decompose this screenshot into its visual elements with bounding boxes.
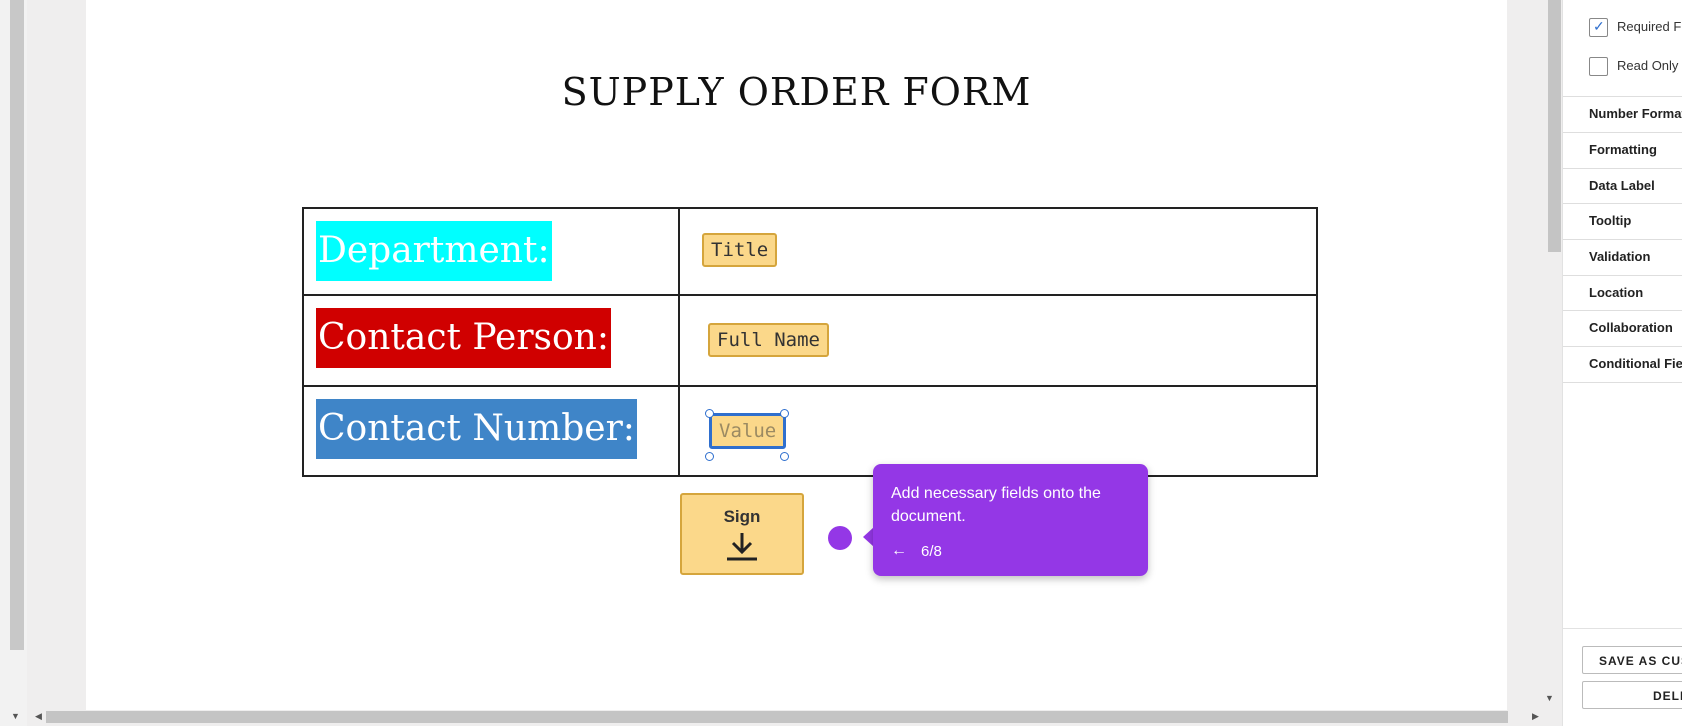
tooltip-text: Add necessary fields onto the document. [891, 485, 1101, 525]
section-tooltip[interactable]: Tooltip [1563, 203, 1682, 239]
delete-button[interactable]: DELETE [1582, 681, 1682, 709]
download-arrow-icon [727, 533, 757, 561]
checkmark-icon: ✓ [1593, 18, 1605, 34]
resize-handle[interactable] [705, 409, 714, 418]
contact-number-label: Contact Number: [316, 399, 637, 459]
form-table: Department: Title Contact Person: Full N… [302, 207, 1318, 477]
contact-person-label: Contact Person: [316, 308, 611, 368]
vertical-scrollbar-thumb[interactable] [1548, 0, 1561, 252]
title-field[interactable]: Title [702, 233, 778, 267]
resize-handle[interactable] [780, 409, 789, 418]
horizontal-scrollbar-thumb[interactable] [46, 711, 1508, 723]
read-only-checkbox[interactable] [1589, 57, 1608, 76]
section-number-format[interactable]: Number Format [1563, 96, 1682, 132]
tour-beacon[interactable] [828, 526, 852, 550]
value-field-selected[interactable]: Value [709, 413, 787, 449]
table-row: Contact Person: Full Name [304, 296, 1316, 387]
read-only-label: Read Only [1617, 57, 1679, 73]
section-conditional-fields[interactable]: Conditional Fields [1563, 346, 1682, 383]
resize-handle[interactable] [705, 452, 714, 461]
full-name-field[interactable]: Full Name [708, 323, 829, 357]
table-row: Contact Number: Value [304, 387, 1316, 475]
section-collaboration[interactable]: Collaboration [1563, 310, 1682, 346]
section-data-label[interactable]: Data Label [1563, 168, 1682, 204]
section-validation[interactable]: Validation [1563, 239, 1682, 275]
required-field-label: Required Field [1617, 18, 1682, 34]
scroll-down-arrow-icon[interactable]: ▼ [1545, 693, 1554, 703]
field-properties-panel: ✓Required Field Read Only Number Format … [1562, 0, 1682, 726]
department-label: Department: [316, 221, 552, 281]
required-checkbox[interactable]: ✓ [1589, 18, 1608, 37]
panel-divider [1562, 628, 1682, 629]
section-formatting[interactable]: Formatting [1563, 132, 1682, 168]
scroll-down-arrow-icon[interactable]: ▼ [11, 711, 20, 721]
tour-tooltip: Add necessary fields onto the document. … [873, 464, 1148, 576]
back-arrow-icon[interactable]: ← [891, 542, 907, 560]
document-page: SUPPLY ORDER FORM Department: Title Cont… [86, 0, 1507, 710]
sign-field[interactable]: Sign [680, 493, 804, 575]
required-field-checkbox-row[interactable]: ✓ Required Field [1589, 18, 1682, 37]
resize-handle[interactable] [780, 452, 789, 461]
table-row: Department: Title [304, 209, 1316, 296]
document-title: SUPPLY ORDER FORM [561, 70, 1032, 114]
scroll-right-arrow-icon[interactable]: ▶ [1532, 711, 1539, 722]
read-only-checkbox-row[interactable]: Read Only [1589, 57, 1678, 76]
tooltip-step-counter: 6/8 [921, 543, 942, 560]
save-as-custom-field-button[interactable]: SAVE AS CUSTOM FIELD [1582, 646, 1682, 674]
section-location[interactable]: Location [1563, 275, 1682, 311]
sign-label: Sign [723, 507, 761, 526]
vertical-scrollbar-left[interactable] [10, 0, 24, 650]
scroll-left-arrow-icon[interactable]: ◀ [35, 711, 42, 722]
